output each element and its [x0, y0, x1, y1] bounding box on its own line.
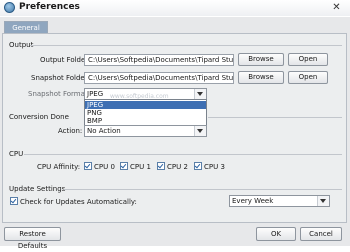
format-option-png[interactable]: PNG: [85, 109, 206, 117]
cpu-0-label: CPU 0: [94, 163, 115, 171]
snapshot-folder-label: Snapshot Folder:: [31, 74, 90, 82]
title-bar: Preferences ✕: [0, 0, 350, 16]
window-title: Preferences: [19, 2, 80, 12]
update-checkbox[interactable]: [10, 197, 18, 205]
action-value: No Action: [87, 127, 121, 135]
cancel-button[interactable]: Cancel: [300, 227, 342, 241]
cpu-2-checkbox[interactable]: [157, 162, 165, 170]
update-frequency-value: Every Week: [232, 197, 274, 205]
action-select[interactable]: No Action: [84, 125, 207, 137]
format-option-bmp[interactable]: BMP: [85, 117, 206, 125]
conversion-divider: [208, 117, 342, 118]
cpu-3-label: CPU 3: [204, 163, 225, 171]
close-icon[interactable]: ✕: [331, 2, 342, 13]
output-folder-label: Output Folder:: [40, 56, 91, 64]
format-option-jpeg[interactable]: JPEG: [85, 101, 206, 109]
output-open-button[interactable]: Open: [288, 53, 328, 66]
update-divider: [64, 189, 342, 190]
output-divider: [30, 45, 342, 46]
ok-button[interactable]: OK: [256, 227, 296, 241]
snapshot-format-dropdown: JPEG PNG BMP: [84, 99, 207, 126]
restore-defaults-button[interactable]: Restore Defaults: [4, 227, 61, 250]
cpu-3-checkbox[interactable]: [194, 162, 202, 170]
chevron-down-icon[interactable]: [194, 89, 206, 99]
cpu-divider: [24, 154, 342, 155]
app-icon: [4, 2, 15, 13]
cpu-0-checkbox[interactable]: [84, 162, 92, 170]
snapshot-folder-field[interactable]: C:\Users\Softpedia\Documents\Tipard Stud…: [84, 72, 234, 84]
cpu-1-checkbox[interactable]: [120, 162, 128, 170]
snapshot-open-button[interactable]: Open: [288, 71, 328, 84]
snapshot-browse-button[interactable]: Browse: [238, 71, 284, 84]
update-check-label: Check for Updates Automatically:: [20, 198, 137, 206]
snapshot-format-value: JPEG: [87, 90, 104, 98]
cpu-affinity-label: CPU Affinity:: [37, 163, 81, 171]
cpu-1-label: CPU 1: [130, 163, 151, 171]
conversion-group-label: Conversion Done: [9, 113, 69, 121]
cpu-2-label: CPU 2: [167, 163, 188, 171]
chevron-down-icon[interactable]: [194, 126, 206, 136]
update-frequency-select[interactable]: Every Week: [229, 195, 330, 207]
chevron-down-icon[interactable]: [317, 196, 329, 206]
update-group-label: Update Settings: [9, 185, 66, 193]
output-folder-field[interactable]: C:\Users\Softpedia\Documents\Tipard Stud…: [84, 54, 234, 66]
cpu-group-label: CPU: [9, 150, 24, 158]
snapshot-format-label: Snapshot Format:: [28, 90, 90, 98]
output-browse-button[interactable]: Browse: [238, 53, 284, 66]
action-label: Action:: [58, 127, 83, 135]
